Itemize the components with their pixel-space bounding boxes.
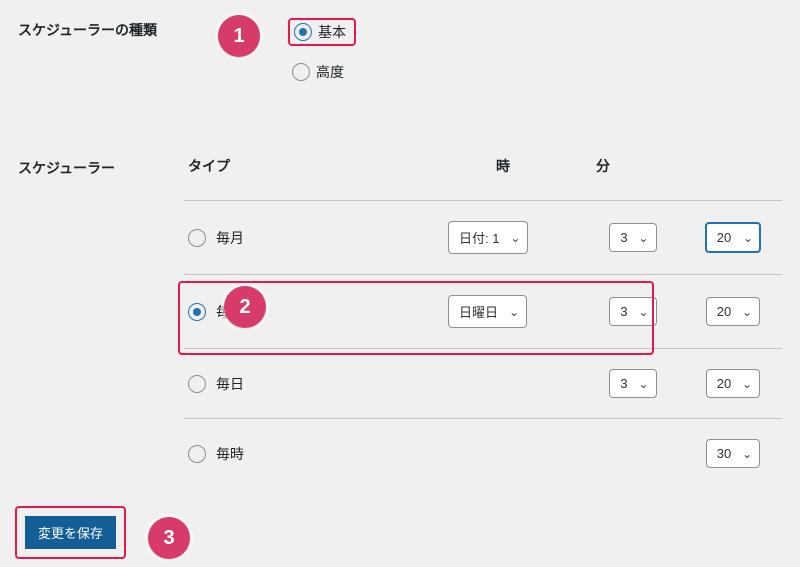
label-daily: 毎日 <box>216 374 244 394</box>
radio-advanced[interactable] <box>292 63 310 81</box>
row-monthly: 毎月 日付: 1 ⌄ 3 ⌄ <box>184 201 782 275</box>
save-button[interactable]: 変更を保存 <box>25 516 116 549</box>
select-monthly-date[interactable]: 日付: 1 <box>448 221 528 254</box>
badge-1: 1 <box>218 15 260 57</box>
badge-3: 3 <box>148 517 190 559</box>
radio-daily[interactable] <box>188 375 206 393</box>
select-hourly-minute[interactable]: 30 <box>706 439 760 468</box>
label-hourly: 毎時 <box>216 444 244 464</box>
radio-weekly[interactable] <box>188 303 206 321</box>
th-type: タイプ <box>188 156 448 176</box>
badge-2: 2 <box>224 286 266 328</box>
th-hour: 時 <box>448 156 558 176</box>
label-monthly: 毎月 <box>216 228 244 248</box>
select-weekly-hour[interactable]: 3 <box>609 297 656 326</box>
schedule-table: タイプ 時 分 毎月 日付: 1 ⌄ <box>184 156 782 488</box>
th-minute: 分 <box>558 156 648 176</box>
row-daily: 毎日 3 ⌄ 20 ⌄ <box>184 349 782 419</box>
radio-advanced-label: 高度 <box>316 62 344 82</box>
radio-monthly[interactable] <box>188 229 206 247</box>
radio-advanced-wrap[interactable]: 高度 <box>288 60 352 84</box>
radio-basic[interactable] <box>294 23 312 41</box>
row-weekly: 毎週 日曜日 ⌄ 3 ⌄ <box>184 275 782 349</box>
select-daily-minute[interactable]: 20 <box>706 369 760 398</box>
select-monthly-minute[interactable]: 20 <box>705 222 761 253</box>
row-hourly: 毎時 30 ⌄ <box>184 419 782 488</box>
select-daily-hour[interactable]: 3 <box>609 369 656 398</box>
select-weekly-minute[interactable]: 20 <box>706 297 760 326</box>
scheduler-label: スケジューラー <box>18 156 184 178</box>
select-weekly-day[interactable]: 日曜日 <box>448 295 527 328</box>
select-monthly-hour[interactable]: 3 <box>609 223 656 252</box>
highlight-save: 変更を保存 <box>15 506 126 559</box>
radio-hourly[interactable] <box>188 445 206 463</box>
radio-basic-label: 基本 <box>318 22 346 42</box>
radio-basic-wrap[interactable]: 基本 <box>288 18 356 46</box>
